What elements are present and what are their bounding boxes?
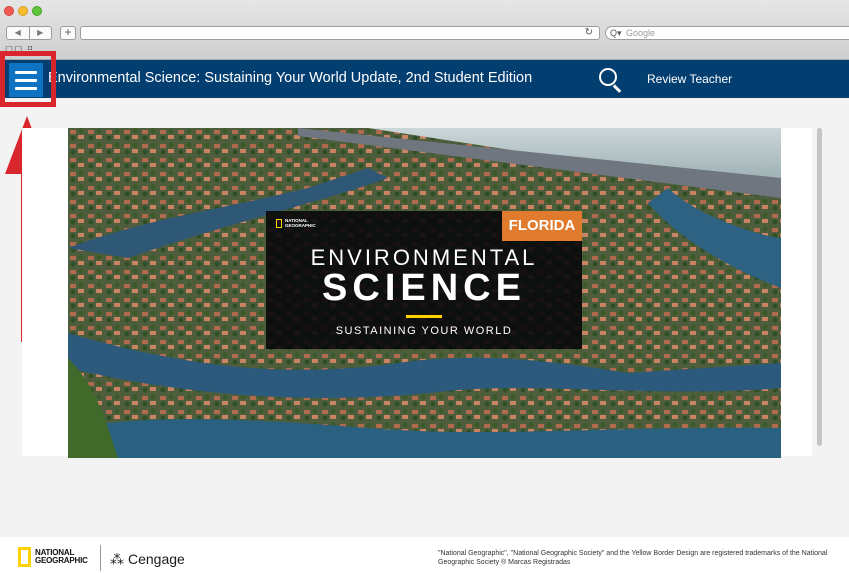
- cover-title-block: NATIONAL GEOGRAPHIC FLORIDA ENVIRONMENTAL…: [266, 211, 582, 349]
- address-bar[interactable]: ↻: [80, 26, 600, 40]
- zoom-window-button[interactable]: [32, 6, 42, 16]
- browser-search-field[interactable]: Q▾ Google: [605, 26, 849, 40]
- cover-divider: [406, 315, 442, 318]
- back-forward-buttons: ◀ ▶: [6, 26, 52, 40]
- edition-badge: FLORIDA: [502, 211, 582, 241]
- search-icon[interactable]: [597, 66, 623, 93]
- reload-icon[interactable]: ↻: [585, 27, 593, 39]
- cover-subtitle: SUSTAINING YOUR WORLD: [335, 325, 513, 337]
- page: ◀ ▶ + ↻ Q▾ Google ☐☐ ⠿ Environmental Sci…: [0, 0, 849, 573]
- forward-button[interactable]: ▶: [30, 27, 52, 39]
- cengage-wordmark: Cengage: [128, 551, 185, 567]
- cengage-mark-icon: ⁂: [110, 551, 124, 567]
- cover-title-line2: SCIENCE: [322, 267, 526, 309]
- book-title: Environmental Science: Sustaining Your W…: [48, 70, 533, 86]
- app-header: Environmental Science: Sustaining Your W…: [0, 60, 849, 98]
- trademark-notice: "National Geographic", "National Geograp…: [438, 550, 828, 566]
- browser-chrome: ◀ ▶ + ↻ Q▾ Google ☐☐ ⠿: [0, 0, 849, 60]
- footer-divider: [100, 545, 101, 571]
- minimize-window-button[interactable]: [18, 6, 28, 16]
- close-window-button[interactable]: [4, 6, 14, 16]
- yellow-border-icon: [18, 547, 31, 567]
- annotation-highlight-box: [0, 51, 56, 107]
- national-geographic-footer-logo: NATIONAL GEOGRAPHIC: [18, 547, 88, 567]
- footer: NATIONAL GEOGRAPHIC ⁂ Cengage "National G…: [0, 537, 849, 573]
- cengage-logo: ⁂ Cengage: [110, 551, 185, 567]
- national-geographic-logo: NATIONAL GEOGRAPHIC: [276, 218, 316, 228]
- search-engine-icon[interactable]: Q▾: [610, 27, 622, 39]
- new-tab-button[interactable]: +: [60, 26, 76, 40]
- back-button[interactable]: ◀: [7, 27, 30, 39]
- browser-search-placeholder: Google: [626, 28, 656, 38]
- review-teacher-link[interactable]: Review Teacher: [647, 72, 732, 86]
- scrollbar[interactable]: [817, 128, 822, 446]
